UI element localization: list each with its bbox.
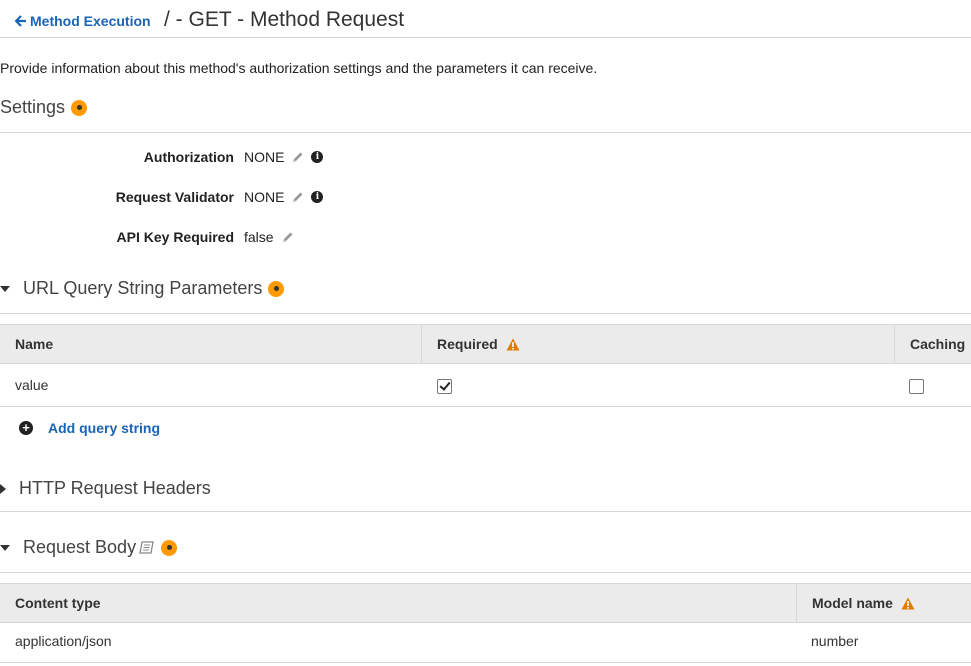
page-description: Provide information about this method's … <box>0 60 598 76</box>
page-title: / - GET - Method Request <box>164 8 405 31</box>
settings-divider <box>0 132 971 133</box>
info-dot-icon[interactable] <box>268 280 285 297</box>
authorization-value: NONE i <box>244 149 324 165</box>
query-params-divider <box>0 313 971 314</box>
pencil-icon[interactable] <box>291 151 304 164</box>
api-key-required-label: API Key Required <box>116 229 234 245</box>
request-validator-value-text: NONE <box>244 189 285 205</box>
book-icon[interactable] <box>139 540 155 555</box>
pencil-icon[interactable] <box>291 191 304 204</box>
column-header-caching: Caching <box>894 325 971 363</box>
request-body-table-header: Content type Model name <box>0 583 971 623</box>
info-icon[interactable]: i <box>311 191 324 203</box>
required-checkbox[interactable] <box>437 378 452 394</box>
column-header-model-name: Model name <box>796 584 971 622</box>
model-name-cell: number <box>811 633 859 649</box>
back-link-label: Method Execution <box>30 13 151 29</box>
back-to-method-execution-link[interactable]: Method Execution <box>15 13 151 29</box>
caret-down-icon[interactable] <box>0 285 10 292</box>
http-headers-divider <box>0 511 971 512</box>
param-required-cell <box>422 364 894 406</box>
column-header-caching-label: Caching <box>910 336 966 352</box>
request-validator-label: Request Validator <box>115 189 234 205</box>
request-body-section-title[interactable]: Request Body <box>0 537 178 558</box>
plus-circle-icon: + <box>19 421 33 435</box>
info-dot-icon[interactable] <box>71 99 88 116</box>
info-icon[interactable]: i <box>311 151 324 163</box>
column-header-name-label: Name <box>15 336 54 352</box>
query-params-section-title[interactable]: URL Query String Parameters <box>0 278 285 299</box>
query-params-title-label: URL Query String Parameters <box>23 278 263 298</box>
request-validator-value: NONE i <box>244 189 324 205</box>
back-arrow-icon <box>15 15 26 27</box>
query-params-table-header: Name Required Caching <box>0 324 971 364</box>
caching-checkbox[interactable] <box>909 378 924 394</box>
column-header-name: Name <box>0 325 421 363</box>
settings-title-label: Settings <box>0 97 66 117</box>
caret-down-icon[interactable] <box>0 544 10 551</box>
table-row: application/json number <box>0 620 971 663</box>
settings-section-title: Settings <box>0 97 88 118</box>
request-body-title-label: Request Body <box>23 537 137 557</box>
header-divider <box>0 37 971 38</box>
param-caching-cell <box>894 364 971 406</box>
column-header-content-type-label: Content type <box>15 595 101 611</box>
http-headers-section-title[interactable]: HTTP Request Headers <box>0 478 211 499</box>
api-key-required-value-text: false <box>244 229 274 245</box>
http-headers-title-label: HTTP Request Headers <box>19 478 211 498</box>
warning-icon[interactable] <box>901 597 915 610</box>
content-type-cell: application/json <box>15 633 112 649</box>
api-key-required-value: false <box>244 229 294 245</box>
column-header-content-type: Content type <box>0 584 796 622</box>
table-row: value <box>0 364 971 407</box>
column-header-required: Required <box>421 325 894 363</box>
column-header-required-label: Required <box>437 336 498 352</box>
param-name-cell: value <box>15 377 49 393</box>
info-dot-icon[interactable] <box>161 539 178 556</box>
request-body-divider <box>0 572 971 573</box>
authorization-value-text: NONE <box>244 149 285 165</box>
pencil-icon[interactable] <box>281 231 294 244</box>
warning-icon[interactable] <box>506 338 520 351</box>
caret-right-icon[interactable] <box>0 483 6 494</box>
add-query-string-button[interactable]: + Add query string <box>19 420 160 436</box>
column-header-model-name-label: Model name <box>812 595 893 611</box>
add-query-string-label: Add query string <box>48 420 161 436</box>
authorization-label: Authorization <box>143 149 234 165</box>
